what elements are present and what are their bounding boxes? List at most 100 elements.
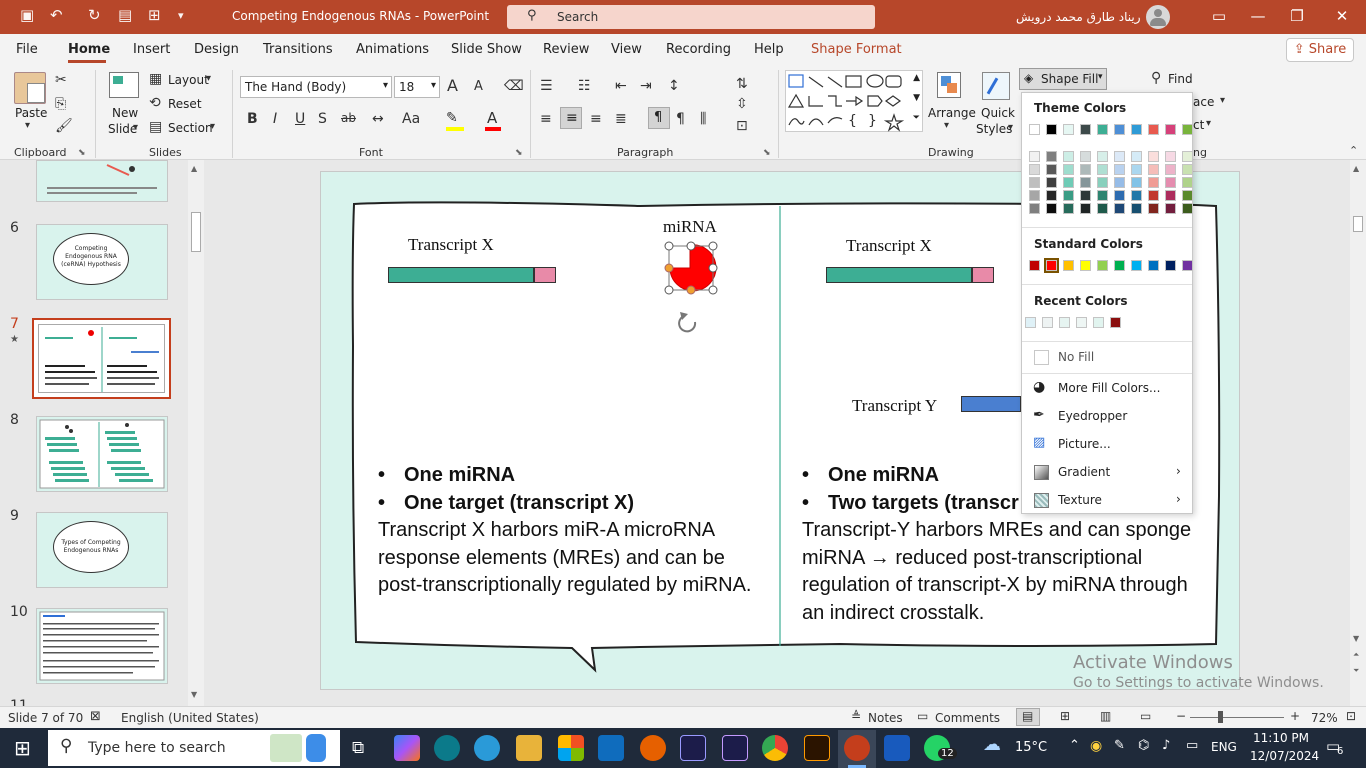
tab-recording[interactable]: Recording <box>666 42 731 57</box>
tab-home[interactable]: Home <box>68 42 110 57</box>
theme-color-shade-swatch[interactable] <box>1182 203 1193 214</box>
paste-button[interactable]: Paste <box>15 106 47 120</box>
paste-icon[interactable] <box>14 72 46 104</box>
theme-color-shade-swatch[interactable] <box>1046 151 1057 162</box>
clock-date[interactable]: 12/07/2024 <box>1250 749 1319 763</box>
save-icon[interactable]: ▣ <box>20 6 34 24</box>
minimize-icon[interactable]: — <box>1238 4 1278 30</box>
customize-qat-icon[interactable]: ▾ <box>178 9 184 22</box>
store-icon[interactable] <box>558 735 584 761</box>
ltr-button[interactable]: ¶ <box>648 107 670 129</box>
clipboard-launcher-icon[interactable]: ⬊ <box>78 148 86 158</box>
replace-dropdown-icon[interactable]: ▾ <box>1220 95 1225 106</box>
collapse-ribbon-icon[interactable]: ⌃ <box>1349 144 1358 157</box>
recent-color-swatch[interactable] <box>1110 317 1121 328</box>
edge-dev-icon[interactable] <box>474 735 500 761</box>
theme-color-shade-swatch[interactable] <box>1029 190 1040 201</box>
theme-color-shade-swatch[interactable] <box>1165 203 1176 214</box>
tab-view[interactable]: View <box>611 42 642 57</box>
outlook-icon[interactable] <box>598 735 624 761</box>
transcript-y-label[interactable]: Transcript Y <box>852 396 937 416</box>
bullets-icon[interactable]: ☰ <box>540 78 553 94</box>
taskbar-search[interactable]: ⚲ Type here to search <box>48 730 340 766</box>
section-icon[interactable]: ▤ <box>149 119 162 135</box>
audition-icon[interactable] <box>680 735 706 761</box>
theme-color-shade-swatch[interactable] <box>1148 151 1159 162</box>
gradient-item[interactable]: Gradient › <box>1022 460 1192 486</box>
zoom-in-icon[interactable]: + <box>1290 709 1300 723</box>
theme-color-shade-swatch[interactable] <box>1182 177 1193 188</box>
clear-formatting-icon[interactable]: ⌫ <box>504 78 524 94</box>
find-button[interactable]: Find <box>1168 72 1193 86</box>
scroll-thumb[interactable] <box>1353 216 1363 232</box>
arrange-dropdown-icon[interactable]: ▾ <box>944 120 949 131</box>
theme-color-shade-swatch[interactable] <box>1029 151 1040 162</box>
no-fill-item[interactable]: No Fill <box>1022 345 1192 371</box>
standard-color-swatch[interactable] <box>1097 260 1108 271</box>
theme-color-shade-swatch[interactable] <box>1114 151 1125 162</box>
columns-icon[interactable]: ⫼ <box>700 111 706 127</box>
text-direction-icon[interactable]: ⇅ <box>736 76 748 92</box>
accessibility-icon[interactable]: ⊠ <box>90 709 101 724</box>
theme-color-shade-swatch[interactable] <box>1029 177 1040 188</box>
picture-item[interactable]: ▨ Picture... <box>1022 432 1192 458</box>
gallery-more-icon[interactable]: ⏷ <box>913 113 920 123</box>
task-view-icon[interactable]: ⧉ <box>352 738 364 758</box>
tab-shape-format[interactable]: Shape Format <box>811 42 902 57</box>
reset-button[interactable]: Reset <box>168 97 202 111</box>
theme-color-shade-swatch[interactable] <box>1114 164 1125 175</box>
transcript-x-tip-left[interactable] <box>534 267 556 283</box>
theme-color-shade-swatch[interactable] <box>1131 164 1142 175</box>
present-icon[interactable]: ▤ <box>118 6 132 24</box>
standard-color-swatch[interactable] <box>1044 258 1059 273</box>
replace-button-fragment[interactable]: ace <box>1193 95 1214 109</box>
recent-color-swatch[interactable] <box>1025 317 1036 328</box>
tray-overflow-icon[interactable]: ⌃ <box>1069 738 1080 753</box>
paragraph-launcher-icon[interactable]: ⬊ <box>763 148 771 158</box>
ribbon-display-icon[interactable]: ▭ <box>1199 4 1239 30</box>
tab-help[interactable]: Help <box>754 42 784 57</box>
input-language[interactable]: ENG <box>1211 740 1237 754</box>
premiere-icon[interactable] <box>722 735 748 761</box>
standard-color-swatch[interactable] <box>1080 260 1091 271</box>
share-button[interactable]: ⇪ Share <box>1286 38 1354 62</box>
theme-color-shade-swatch[interactable] <box>1148 203 1159 214</box>
tray-app-icon[interactable]: ◉ <box>1090 738 1102 754</box>
align-text-icon[interactable]: ⇳ <box>736 96 748 112</box>
scroll-down-icon[interactable]: ▼ <box>191 690 197 699</box>
comments-button[interactable]: Comments <box>935 711 1000 725</box>
comments-icon[interactable]: ▭ <box>917 709 928 723</box>
theme-color-shade-swatch[interactable] <box>1097 190 1108 201</box>
arrange-button[interactable]: Arrange <box>928 106 976 120</box>
copy-icon[interactable]: ⎘ <box>55 96 66 112</box>
clock-time[interactable]: 11:10 PM <box>1253 731 1309 745</box>
theme-color-shade-swatch[interactable] <box>1165 177 1176 188</box>
line-spacing-icon[interactable]: ↕ <box>668 78 680 94</box>
find-icon[interactable]: ⚲ <box>1151 70 1161 86</box>
smartart-icon[interactable]: ⊡ <box>736 118 748 134</box>
character-spacing-icon[interactable]: ↔ <box>372 111 384 127</box>
theme-color-shade-swatch[interactable] <box>1148 190 1159 201</box>
scroll-up-icon[interactable]: ▲ <box>1353 164 1359 173</box>
theme-color-shade-swatch[interactable] <box>1080 203 1091 214</box>
theme-color-shade-swatch[interactable] <box>1080 164 1091 175</box>
theme-color-shade-swatch[interactable] <box>1063 203 1074 214</box>
theme-color-shade-swatch[interactable] <box>1046 203 1057 214</box>
arrange-icon[interactable] <box>937 72 961 98</box>
theme-color-swatch[interactable] <box>1063 124 1074 135</box>
theme-color-shade-swatch[interactable] <box>1063 177 1074 188</box>
slide-thumbnail-9[interactable]: Types of Competing Endogenous RNAs <box>36 512 168 588</box>
theme-color-shade-swatch[interactable] <box>1114 190 1125 201</box>
more-fill-colors-item[interactable]: ◕ More Fill Colors... <box>1022 376 1192 402</box>
new-slide-dropdown-icon[interactable]: ▾ <box>133 122 138 133</box>
layout-icon[interactable]: ▦ <box>149 71 162 87</box>
theme-color-swatch[interactable] <box>1097 124 1108 135</box>
theme-color-shade-swatch[interactable] <box>1080 151 1091 162</box>
increase-indent-icon[interactable]: ⇥ <box>640 78 652 94</box>
theme-color-swatch[interactable] <box>1029 124 1040 135</box>
theme-color-shade-swatch[interactable] <box>1029 203 1040 214</box>
transcript-x-label-left[interactable]: Transcript X <box>408 235 494 255</box>
new-slide-label-1[interactable]: New <box>112 106 138 120</box>
theme-color-shade-swatch[interactable] <box>1046 164 1057 175</box>
theme-color-shade-swatch[interactable] <box>1063 164 1074 175</box>
